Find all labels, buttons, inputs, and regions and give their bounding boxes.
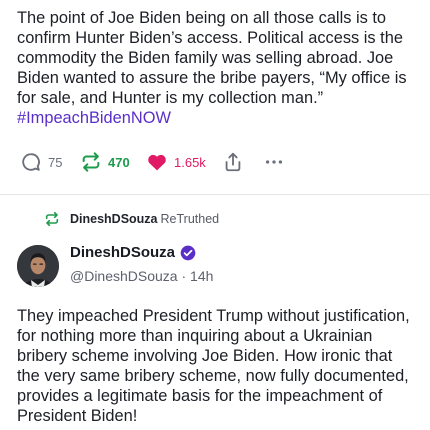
reply-button[interactable]: 75 (20, 150, 62, 174)
repost-icon (82, 152, 100, 172)
repost-button[interactable]: 470 (80, 150, 130, 174)
avatar-photo-icon (17, 245, 59, 287)
retruth-label: ReTruthed (160, 212, 220, 226)
post-actions: 75 470 1.65k (20, 150, 320, 174)
verified-badge-icon (180, 245, 196, 260)
author-name-text: DineshDSouza (70, 244, 176, 261)
hashtag-link[interactable]: #ImpeachBidenNOW (17, 108, 417, 128)
post-divider (0, 194, 430, 195)
retruth-icon (45, 211, 59, 227)
reply-icon (22, 153, 40, 171)
repost-count: 470 (108, 154, 130, 170)
post-body: The point of Joe Biden being on all thos… (17, 8, 417, 128)
avatar[interactable] (17, 245, 59, 287)
retruth-user[interactable]: DineshDSouza (70, 212, 158, 226)
like-button[interactable]: 1.65k (146, 150, 206, 174)
author-handle: @DineshDSouza · 14h (70, 268, 214, 284)
reply-count: 75 (48, 154, 63, 170)
share-button[interactable] (222, 150, 244, 174)
heart-icon (148, 154, 166, 171)
more-button[interactable] (263, 150, 285, 174)
more-icon (265, 160, 283, 164)
post-text: The point of Joe Biden being on all thos… (17, 9, 407, 107)
post2-body: They impeached President Trump without j… (17, 307, 410, 425)
like-count: 1.65k (174, 154, 206, 170)
author-name[interactable]: DineshDSouza (70, 244, 196, 261)
share-icon (225, 152, 241, 172)
retruth-banner: DineshDSouza ReTruthed (44, 210, 219, 228)
